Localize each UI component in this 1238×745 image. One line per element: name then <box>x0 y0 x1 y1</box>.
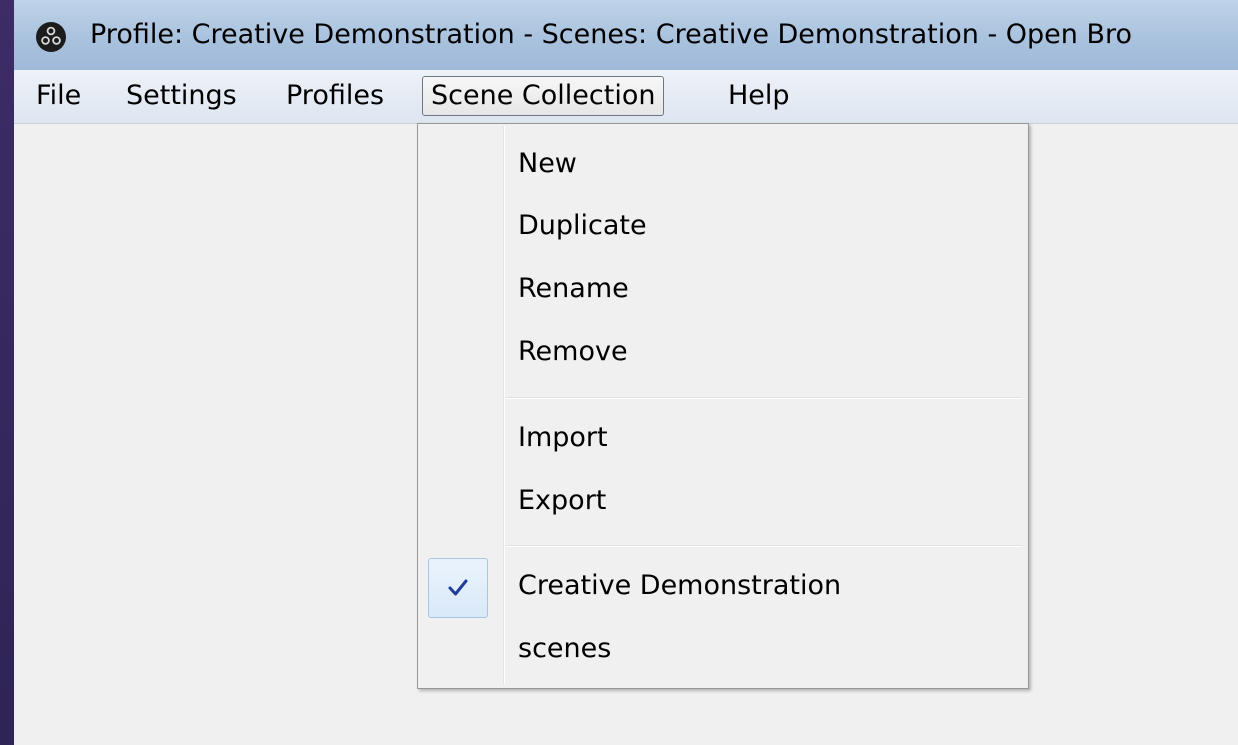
menu-item-scenes[interactable]: scenes <box>518 629 611 669</box>
icon-gutter-divider <box>503 126 505 684</box>
menu-bar: File Settings Profiles Scene Collection … <box>14 70 1238 124</box>
menu-separator <box>506 545 1022 547</box>
checkmark-icon <box>448 579 468 596</box>
app-window: Profile: Creative Demonstration - Scenes… <box>14 0 1238 745</box>
menu-item-export[interactable]: Export <box>518 481 606 521</box>
menu-item-remove[interactable]: Remove <box>518 332 628 372</box>
menu-item-new[interactable]: New <box>518 144 577 184</box>
menu-profiles[interactable]: Profiles <box>278 76 392 116</box>
menu-help[interactable]: Help <box>720 76 798 116</box>
menu-item-rename[interactable]: Rename <box>518 269 629 309</box>
menu-item-creative-demonstration[interactable]: Creative Demonstration <box>518 566 841 606</box>
obs-logo-icon <box>36 22 66 52</box>
checked-indicator <box>428 558 488 618</box>
menu-file[interactable]: File <box>28 76 89 116</box>
title-bar: Profile: Creative Demonstration - Scenes… <box>14 0 1238 71</box>
scene-collection-dropdown: New Duplicate Rename Remove Import Expor… <box>417 123 1029 689</box>
menu-scene-collection[interactable]: Scene Collection <box>422 76 665 116</box>
menu-separator <box>506 397 1022 399</box>
menu-item-import[interactable]: Import <box>518 418 608 458</box>
window-title: Profile: Creative Demonstration - Scenes… <box>90 19 1133 50</box>
menu-item-duplicate[interactable]: Duplicate <box>518 206 647 246</box>
menu-settings[interactable]: Settings <box>118 76 245 116</box>
